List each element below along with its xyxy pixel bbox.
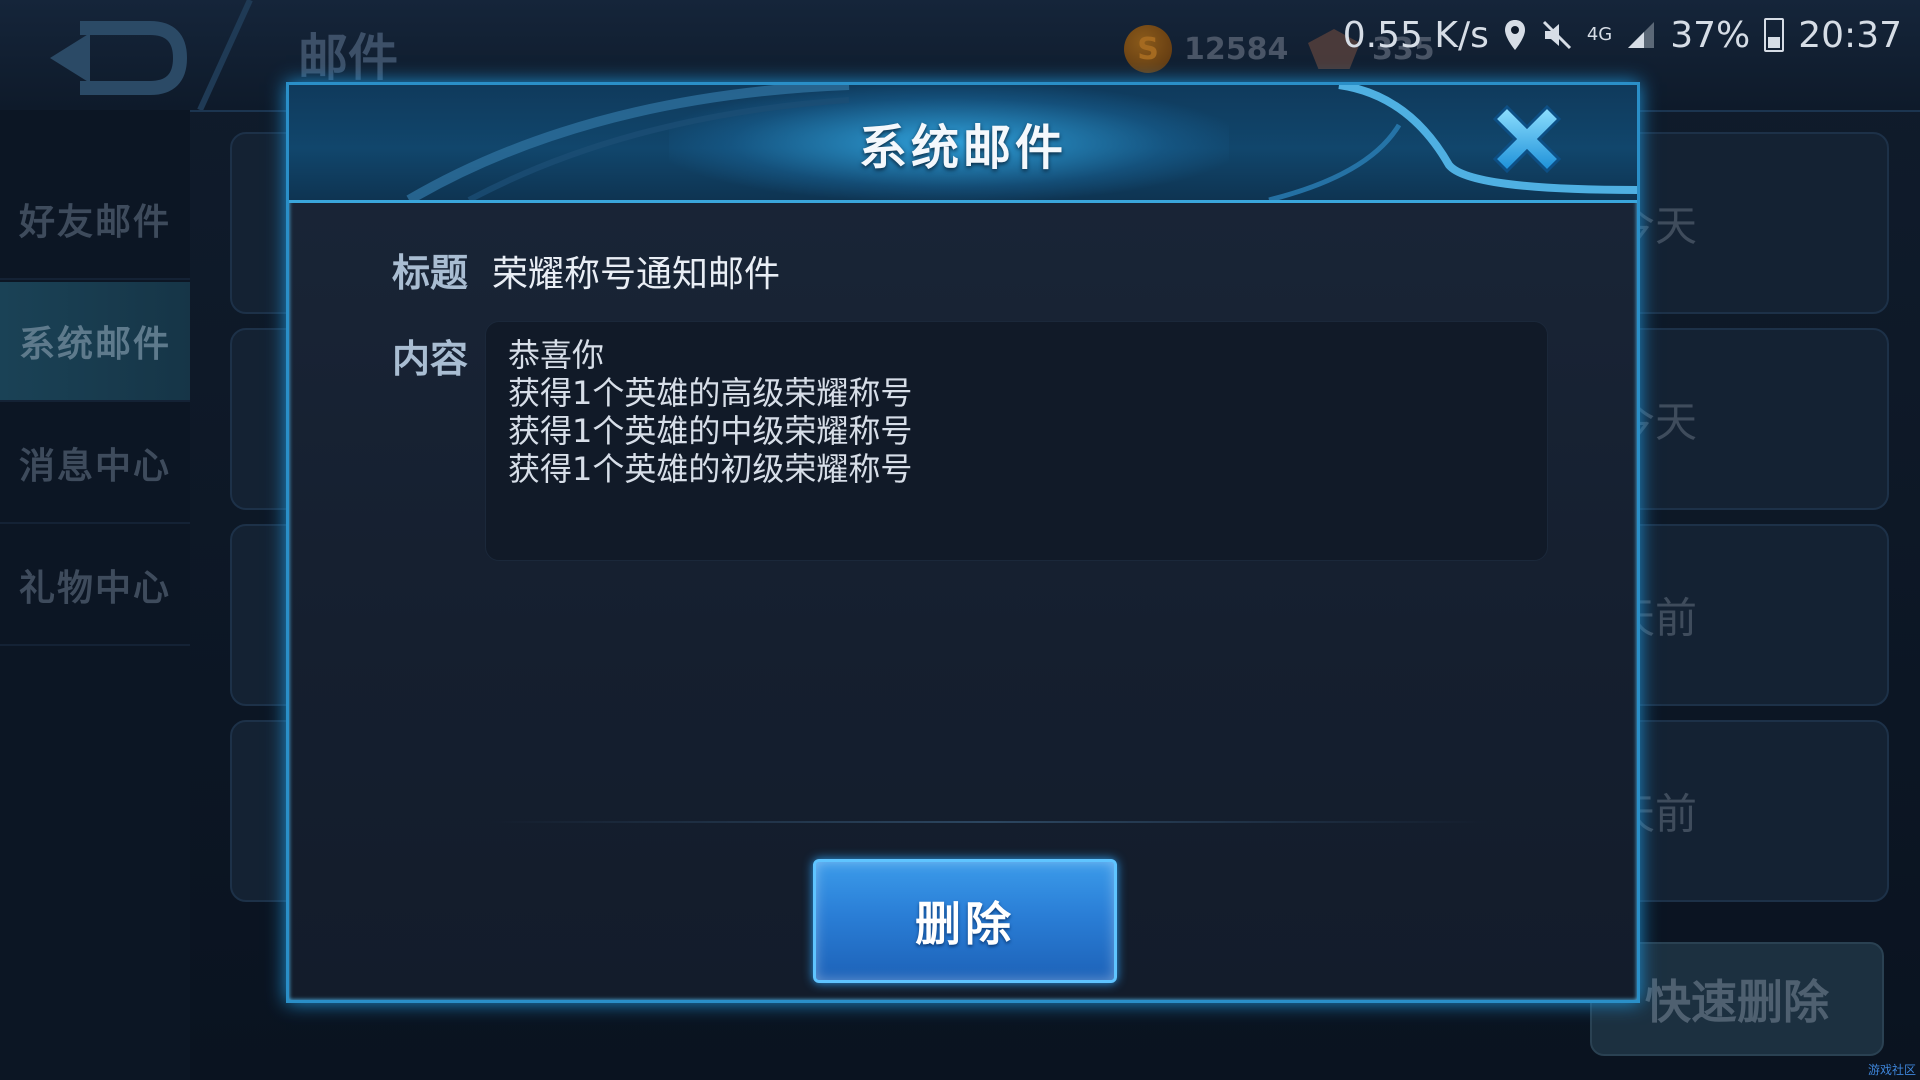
status-bar: 0.55 K/s 4G 37% 20:37 [1343, 10, 1902, 60]
content-line: 恭喜你 [508, 336, 605, 374]
watermark: 游戏社区 [1867, 1063, 1916, 1077]
sidebar-item-label: 系统邮件 [18, 324, 171, 365]
sidebar-item-gift-center[interactable]: 礼物中心 [0, 526, 190, 646]
gold-counter: S 12584 [1124, 24, 1288, 74]
sidebar-item-label: 好友邮件 [18, 202, 171, 243]
network-speed: 0.55 K/s [1342, 14, 1489, 56]
signal-icon [1628, 22, 1655, 48]
content-line: 获得1个英雄的中级荣耀称号 [508, 412, 913, 450]
sidebar-item-system-mail[interactable]: 系统邮件 [0, 282, 190, 402]
page-title: 邮件 [298, 29, 398, 87]
dialog-header: 系统邮件 [289, 85, 1637, 203]
delete-button[interactable]: 删除 [813, 859, 1117, 983]
content-label: 内容 [392, 337, 469, 381]
network-type: 4G [1586, 24, 1613, 45]
content-line: 获得1个英雄的初级荣耀称号 [508, 450, 913, 488]
dialog-title: 系统邮件 [858, 119, 1067, 176]
system-mail-dialog: 系统邮件 标题 荣耀称号通知邮件 内容 恭喜你 获得1个英雄的高级荣耀称号 获得… [286, 82, 1640, 1003]
clock: 20:37 [1798, 14, 1902, 56]
sidebar-item-label: 礼物中心 [18, 568, 171, 609]
subject-label: 标题 [392, 251, 469, 295]
content-line: 获得1个英雄的高级荣耀称号 [508, 374, 913, 412]
location-icon [1504, 20, 1525, 50]
close-icon[interactable] [1487, 99, 1567, 179]
footer-divider [489, 821, 1489, 823]
battery-icon [1764, 18, 1785, 52]
sidebar-item-friend-mail[interactable]: 好友邮件 [0, 160, 190, 280]
gold-amount: 12584 [1184, 31, 1289, 67]
mail-content-box[interactable]: 恭喜你 获得1个英雄的高级荣耀称号 获得1个英雄的中级荣耀称号 获得1个英雄的初… [485, 321, 1548, 561]
mute-icon [1542, 20, 1571, 50]
sidebar-item-label: 消息中心 [18, 446, 171, 487]
gold-coin-icon: S [1124, 25, 1172, 73]
back-arrow-icon[interactable] [40, 18, 200, 98]
mail-subject: 荣耀称号通知邮件 [492, 254, 781, 295]
sidebar-item-message-center[interactable]: 消息中心 [0, 404, 190, 524]
battery-percent: 37% [1670, 14, 1751, 56]
header-divider [197, 0, 253, 110]
